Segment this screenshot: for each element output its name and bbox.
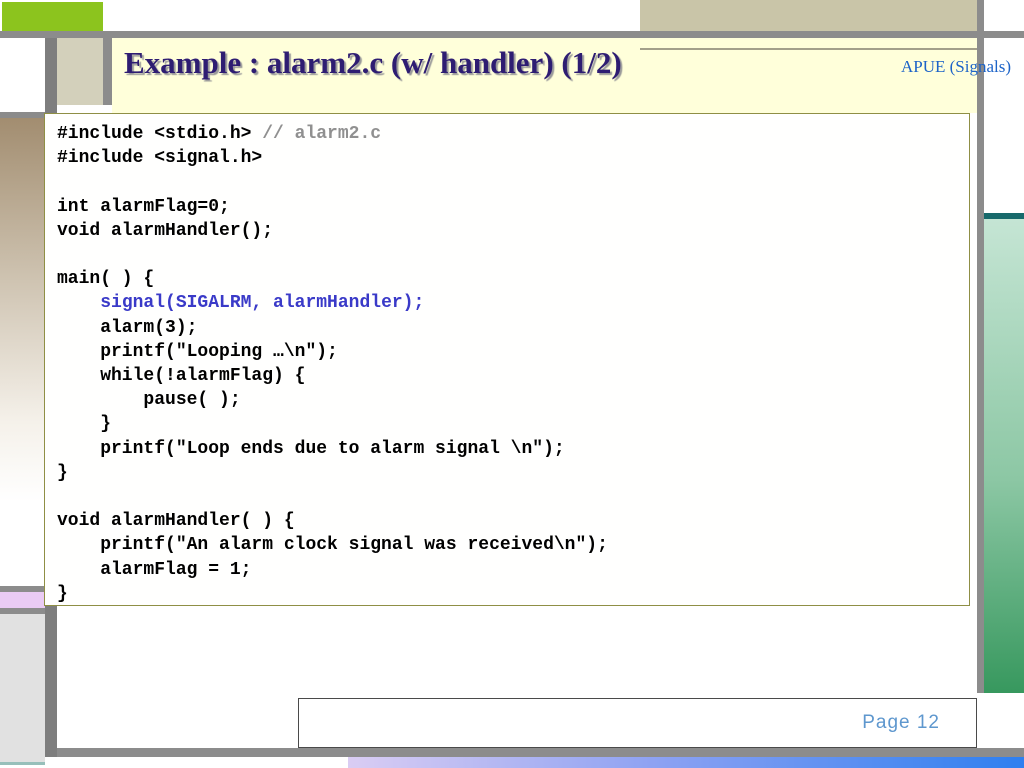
code-text: printf("An alarm clock signal was receiv… bbox=[57, 535, 608, 556]
green-accent-block bbox=[2, 2, 103, 31]
left-light-gray-column bbox=[0, 614, 45, 762]
tan-accent-block-top bbox=[640, 0, 977, 31]
code-line: printf("Looping …\n"); bbox=[57, 340, 969, 364]
code-lines: #include <stdio.h> // alarm2.c #include <… bbox=[57, 122, 969, 606]
right-vertical-bar bbox=[977, 0, 984, 693]
code-text: } bbox=[57, 414, 112, 435]
code-block: #include <stdio.h> // alarm2.c #include <… bbox=[44, 113, 970, 606]
code-line: } bbox=[57, 412, 969, 436]
code-text: printf("Loop ends due to alarm signal \n… bbox=[57, 438, 565, 459]
code-highlight: signal(SIGALRM, alarmHandler); bbox=[100, 293, 425, 314]
code-line: } bbox=[57, 582, 969, 606]
code-text: alarmFlag = 1; bbox=[57, 559, 252, 580]
code-comment: // alarm2.c bbox=[262, 124, 382, 144]
code-text: while(!alarmFlag) { bbox=[57, 366, 306, 387]
code-line: void alarmHandler( ) { bbox=[57, 509, 969, 533]
tan-block-underline bbox=[640, 48, 977, 50]
bottom-divider-bar bbox=[57, 748, 1024, 757]
code-line: #include <stdio.h> // alarm2.c bbox=[57, 122, 969, 146]
code-text: #include <signal.h> bbox=[57, 148, 263, 169]
left-brown-gradient-column bbox=[0, 118, 45, 586]
course-badge: APUE (Signals) bbox=[901, 57, 1012, 76]
code-text: void alarmHandler( ) { bbox=[57, 511, 295, 532]
code-line: #include <signal.h> bbox=[57, 146, 969, 170]
lavender-accent-block bbox=[0, 592, 45, 608]
code-line: printf("Loop ends due to alarm signal \n… bbox=[57, 437, 969, 461]
code-text: alarm(3); bbox=[57, 317, 198, 338]
top-divider-bar bbox=[0, 31, 1024, 38]
code-line: alarmFlag = 1; bbox=[57, 558, 969, 582]
code-line: } bbox=[57, 461, 969, 485]
code-line: signal(SIGALRM, alarmHandler); bbox=[57, 291, 969, 315]
code-text: int alarmFlag=0; bbox=[57, 196, 230, 217]
code-text: } bbox=[57, 462, 68, 483]
code-line: printf("An alarm clock signal was receiv… bbox=[57, 533, 969, 557]
code-text: printf("Looping …\n"); bbox=[57, 341, 338, 362]
code-text: pause( ); bbox=[57, 390, 241, 411]
tan-accent-block-left bbox=[57, 38, 103, 105]
code-line: main( ) { bbox=[57, 267, 969, 291]
code-line: void alarmHandler(); bbox=[57, 219, 969, 243]
right-green-gradient-column bbox=[984, 219, 1024, 693]
gray-strip bbox=[103, 38, 112, 105]
code-text: main( ) { bbox=[57, 269, 155, 290]
code-text: void alarmHandler(); bbox=[57, 220, 274, 241]
left-white-box bbox=[0, 38, 45, 112]
page-number-label: Page 12 bbox=[862, 712, 940, 733]
code-text: } bbox=[57, 583, 68, 604]
slide-title: Example : alarm2.c (w/ handler) (1/2) bbox=[124, 45, 622, 80]
code-text: #include <stdio.h> bbox=[57, 124, 263, 144]
teal-accent-line bbox=[0, 762, 45, 765]
slide: Page 12 #include <stdio.h> // alarm2.c #i… bbox=[0, 0, 1024, 768]
page-number-box: Page 12 bbox=[298, 698, 977, 748]
code-line: while(!alarmFlag) { bbox=[57, 364, 969, 388]
white-notch bbox=[57, 105, 112, 113]
code-line: pause( ); bbox=[57, 388, 969, 412]
code-line: int alarmFlag=0; bbox=[57, 195, 969, 219]
code-line: alarm(3); bbox=[57, 316, 969, 340]
bottom-gradient-bar bbox=[348, 757, 1024, 768]
